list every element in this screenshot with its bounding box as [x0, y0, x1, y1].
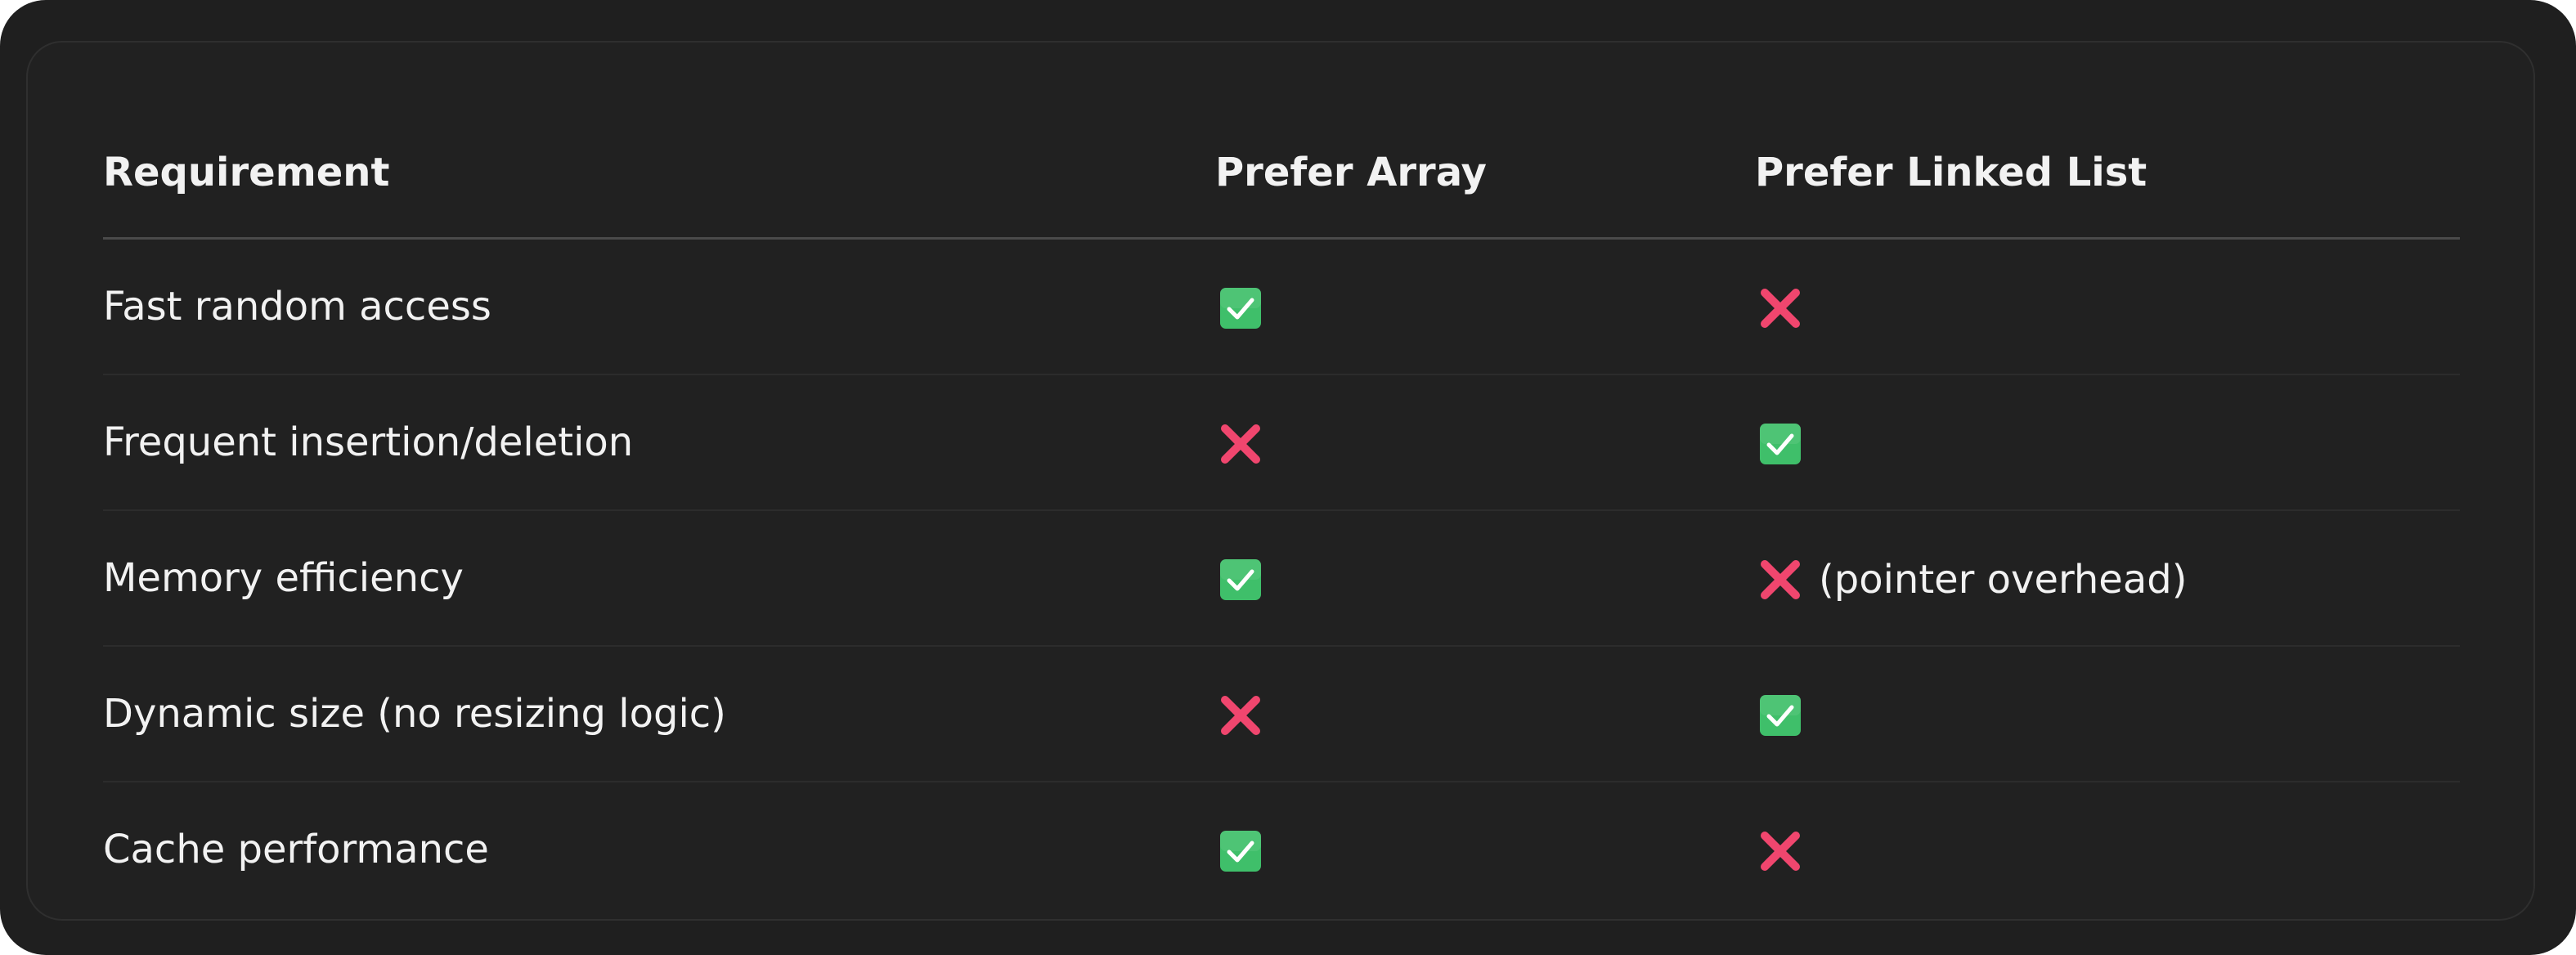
cross-mark-icon — [1218, 693, 1263, 738]
requirement-cell: Frequent insertion/deletion — [103, 374, 1215, 511]
comparison-card: Requirement Prefer Array Prefer Linked L… — [26, 41, 2535, 921]
table-header-row: Requirement Prefer Array Prefer Linked L… — [103, 108, 2460, 240]
cross-mark-icon — [1758, 286, 1802, 330]
table-row: Dynamic size (no resizing logic) — [103, 646, 2460, 782]
list-cell — [1755, 374, 2460, 511]
check-box-icon — [1218, 829, 1263, 873]
array-cell — [1215, 782, 1755, 917]
requirement-cell: Fast random access — [103, 238, 1215, 375]
list-cell — [1755, 782, 2460, 917]
header-requirement: Requirement — [103, 108, 1215, 240]
array-cell — [1215, 510, 1755, 647]
header-prefer-linked-list: Prefer Linked List — [1755, 108, 2460, 240]
list-cell — [1755, 646, 2460, 782]
check-box-icon — [1218, 558, 1263, 602]
list-note: (pointer overhead) — [1819, 556, 2188, 603]
table-row: Cache performance — [103, 782, 2460, 917]
array-cell — [1215, 374, 1755, 511]
check-box-icon — [1758, 693, 1802, 738]
requirement-cell: Cache performance — [103, 827, 489, 872]
requirement-cell: Memory efficiency — [103, 510, 1215, 647]
list-cell — [1755, 238, 2460, 375]
window-frame: Requirement Prefer Array Prefer Linked L… — [0, 0, 2576, 955]
check-box-icon — [1758, 422, 1802, 466]
array-cell — [1215, 646, 1755, 782]
table-row: Frequent insertion/deletion — [103, 374, 2460, 511]
table-row: Fast random access — [103, 238, 2460, 375]
requirement-cell: Dynamic size (no resizing logic) — [103, 646, 1215, 782]
table-row: Memory efficiency (pointer overhead) — [103, 510, 2460, 647]
cross-mark-icon — [1218, 422, 1263, 466]
check-box-icon — [1218, 286, 1263, 330]
header-prefer-array: Prefer Array — [1215, 108, 1755, 240]
cross-mark-icon — [1758, 558, 1802, 602]
cross-mark-icon — [1758, 829, 1802, 873]
array-cell — [1215, 238, 1755, 375]
comparison-table: Requirement Prefer Array Prefer Linked L… — [103, 108, 2460, 917]
list-cell: (pointer overhead) — [1755, 510, 2460, 647]
